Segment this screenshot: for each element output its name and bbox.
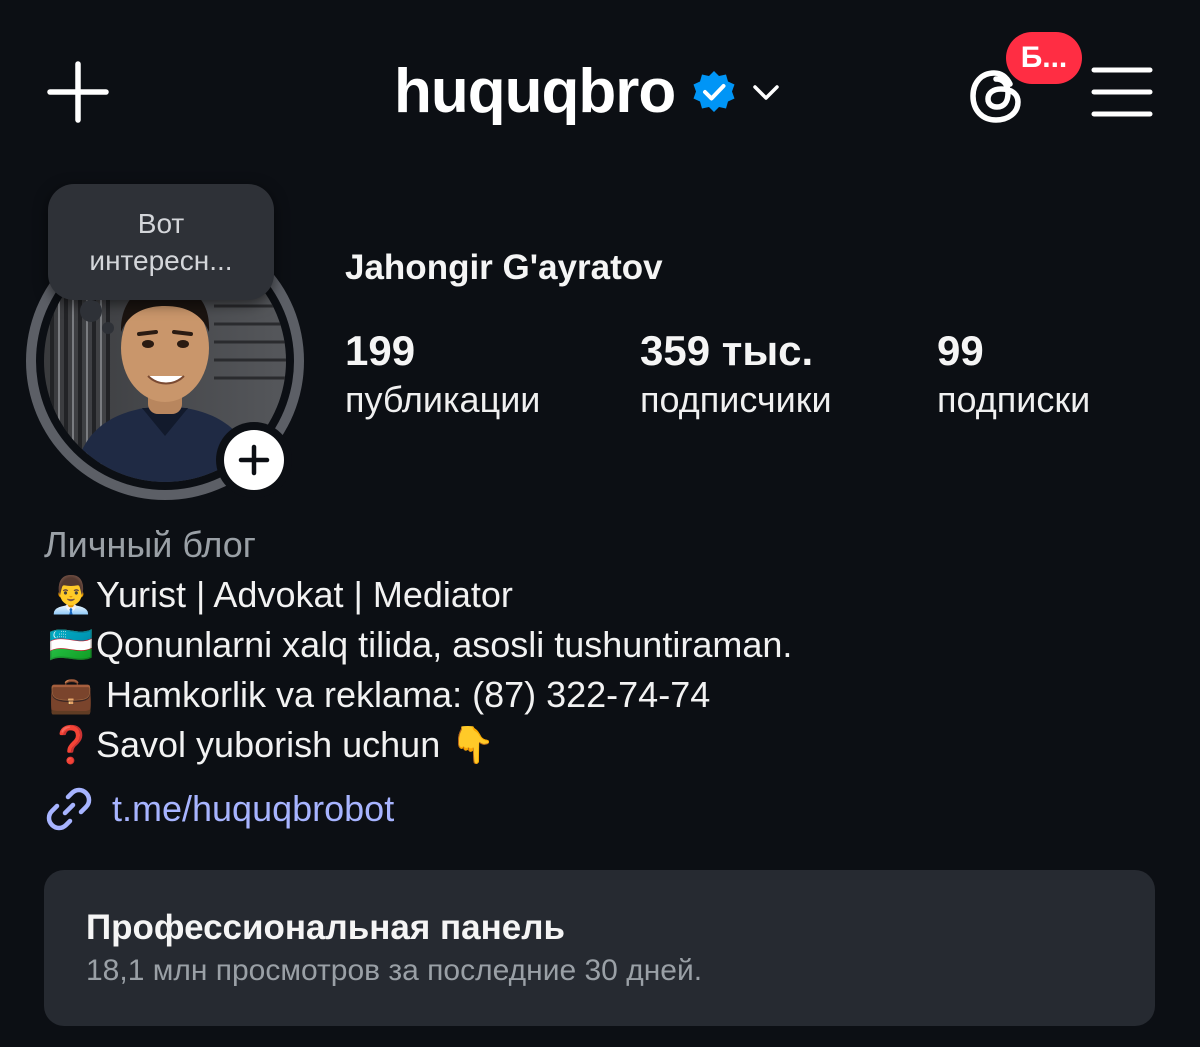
bio-link[interactable]: t.me/huquqbrobot bbox=[44, 784, 394, 834]
stat-followers[interactable]: 359 тыс. подписчики bbox=[640, 326, 832, 424]
stat-label: публикации bbox=[345, 379, 541, 420]
add-story-button[interactable] bbox=[216, 422, 292, 498]
add-story-circle bbox=[224, 430, 284, 490]
stat-value: 99 bbox=[937, 327, 984, 374]
bio-line: 💼 Hamkorlik va reklama: (87) 322-74-74 bbox=[46, 672, 711, 719]
stat-following[interactable]: 99 подписки bbox=[937, 326, 1090, 424]
stat-label: подписчики bbox=[640, 379, 832, 420]
chevron-down-icon bbox=[749, 75, 783, 109]
pro-panel-title: Профессиональная панель bbox=[86, 908, 565, 947]
question-emoji: ❓ bbox=[48, 725, 94, 766]
stat-value: 199 bbox=[345, 327, 416, 374]
businessman-emoji: 👨‍💼 bbox=[48, 575, 94, 616]
stat-posts[interactable]: 199 публикации bbox=[345, 326, 540, 424]
bio-text: Hamkorlik va reklama: (87) 322-74-74 bbox=[96, 674, 711, 715]
link-icon bbox=[46, 787, 92, 831]
threads-notification-badge[interactable]: Б... bbox=[1006, 32, 1082, 84]
create-button[interactable] bbox=[44, 58, 112, 126]
bio-line: 🇺🇿Qonunlarni xalq tilida, asosli tushunt… bbox=[46, 622, 793, 669]
note-line-2: интересн... bbox=[89, 245, 233, 276]
profile-header: huquqbro Б... bbox=[0, 0, 1200, 185]
bio-line: ❓Savol yuborish uchun 👇 bbox=[46, 722, 495, 769]
bio-text: Savol yuborish uchun 👇 bbox=[96, 724, 496, 765]
uzbekistan-flag-emoji: 🇺🇿 bbox=[48, 625, 94, 666]
stat-value: 359 тыс. bbox=[640, 327, 814, 374]
link-text: t.me/huquqbrobot bbox=[112, 788, 395, 829]
professional-dashboard-button[interactable]: Профессиональная панель 18,1 млн просмот… bbox=[44, 870, 1155, 1026]
profile-category: Личный блог bbox=[44, 524, 256, 565]
stat-label: подписки bbox=[937, 379, 1091, 420]
bio-text: Qonunlarni xalq tilida, asosli tushuntir… bbox=[96, 624, 793, 665]
note-line-1: Вот bbox=[137, 208, 185, 239]
plus-icon bbox=[47, 61, 109, 123]
briefcase-emoji: 💼 bbox=[48, 675, 94, 716]
full-name: Jahongir G'ayratov bbox=[345, 248, 663, 287]
menu-button[interactable] bbox=[1090, 62, 1154, 122]
bio-text: Yurist | Advokat | Mediator bbox=[96, 574, 513, 615]
note-bubble[interactable]: Вот интересн... bbox=[48, 184, 274, 300]
note-tail-dot bbox=[80, 300, 102, 322]
bio-line: 👨‍💼Yurist | Advokat | Mediator bbox=[46, 572, 513, 619]
add-story-plus-icon bbox=[238, 444, 270, 476]
hamburger-menu-icon bbox=[1091, 67, 1153, 117]
username: huquqbro bbox=[394, 57, 676, 126]
verified-icon bbox=[691, 69, 737, 115]
note-tail-dot bbox=[102, 322, 114, 334]
pro-panel-subtitle: 18,1 млн просмотров за последние 30 дней… bbox=[86, 954, 703, 987]
account-switcher[interactable]: huquqbro bbox=[394, 52, 783, 132]
